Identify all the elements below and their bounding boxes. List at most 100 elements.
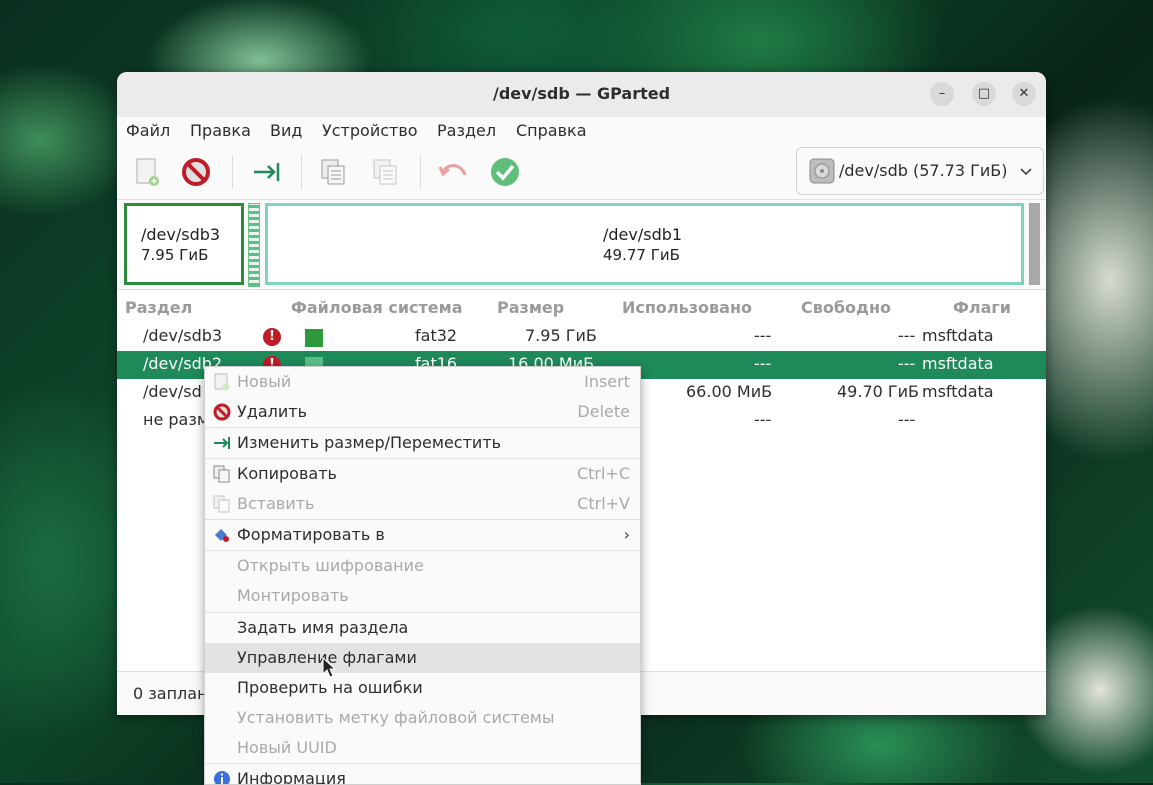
paste-icon [213, 495, 230, 513]
cell-used: --- [754, 410, 772, 429]
new-partition-button[interactable] [129, 155, 165, 189]
menu-item-set-fs-label[interactable]: Установить метку файловой системы [205, 703, 640, 733]
partition-block-size: 49.77 ГиБ [603, 246, 680, 264]
menu-item-mount[interactable]: Монтировать [205, 581, 640, 611]
toolbar-separator [232, 155, 233, 189]
menu-partition[interactable]: Раздел [437, 121, 496, 140]
menu-item-format-to[interactable]: Форматировать в › [205, 520, 640, 550]
menu-item-label: Открыть шифрование [237, 556, 424, 575]
chevron-down-icon [1020, 168, 1032, 176]
menu-item-delete[interactable]: Удалить Delete [205, 397, 640, 427]
menu-bar: Файл Правка Вид Устройство Раздел Справк… [117, 117, 1046, 145]
cell-size: 7.95 ГиБ [525, 326, 597, 345]
cell-free: --- [898, 326, 916, 345]
menu-item-label: Установить метку файловой системы [237, 708, 555, 727]
pending-operations-label: 0 заплан [133, 684, 208, 703]
menu-item-label: Изменить размер/Переместить [237, 433, 502, 452]
partition-block-sdb1[interactable]: /dev/sdb1 49.77 ГиБ [265, 203, 1024, 285]
maximize-button[interactable]: □ [972, 82, 996, 106]
cell-flags: msftdata [922, 326, 994, 345]
menu-item-copy[interactable]: Копировать Ctrl+C [205, 459, 640, 489]
menu-item-open-encryption[interactable]: Открыть шифрование [205, 551, 640, 581]
warning-icon[interactable]: ! [263, 328, 281, 346]
menu-file[interactable]: Файл [126, 121, 170, 140]
title-bar[interactable]: /dev/sdb — GParted – □ ✕ [117, 72, 1046, 117]
menu-item-label: Монтировать [237, 586, 349, 605]
menu-help[interactable]: Справка [516, 121, 587, 140]
context-menu: Новый Insert Удалить Delete Изменить раз… [204, 366, 641, 785]
menu-item-paste[interactable]: Вставить Ctrl+V [205, 489, 640, 519]
menu-edit[interactable]: Правка [190, 121, 251, 140]
paste-button[interactable] [367, 155, 403, 189]
delete-partition-button[interactable] [178, 155, 214, 189]
cell-flags: msftdata [922, 354, 994, 373]
cell-free: 49.70 ГиБ [837, 382, 920, 401]
device-selector[interactable]: /dev/sdb (57.73 ГиБ) [796, 147, 1044, 195]
chevron-right-icon: › [623, 525, 630, 544]
column-header-size[interactable]: Размер [497, 298, 564, 317]
menu-item-accel: Delete [577, 402, 630, 421]
toolbar-separator [420, 155, 421, 189]
format-icon [215, 529, 229, 542]
cell-flags: msftdata [922, 382, 994, 401]
partition-block-sdb3[interactable]: /dev/sdb3 7.95 ГиБ [124, 203, 244, 285]
cell-partition: /dev/sdb3 [143, 326, 223, 345]
menu-item-new-uuid[interactable]: Новый UUID [205, 733, 640, 763]
cell-free: --- [898, 354, 916, 373]
undo-icon [438, 164, 467, 177]
filesystem-color-swatch [305, 329, 323, 347]
column-header-flags[interactable]: Флаги [953, 298, 1011, 317]
new-icon [214, 373, 230, 391]
undo-button[interactable] [435, 155, 471, 189]
paste-icon [373, 159, 397, 185]
menu-item-label: Удалить [237, 402, 307, 421]
menu-item-check[interactable]: Проверить на ошибки [205, 673, 640, 703]
menu-item-manage-flags[interactable]: Управление флагами [205, 643, 640, 673]
column-header-partition[interactable]: Раздел [125, 298, 192, 317]
copy-icon [321, 159, 345, 185]
menu-item-new[interactable]: Новый Insert [205, 367, 640, 397]
menu-item-accel: Insert [584, 372, 630, 391]
column-header-used[interactable]: Использовано [622, 298, 752, 317]
minimize-button[interactable]: – [930, 82, 954, 106]
toolbar-separator [301, 155, 302, 189]
menu-item-label: Форматировать в [237, 525, 385, 544]
menu-item-set-partition-name[interactable]: Задать имя раздела [205, 613, 640, 643]
apply-button[interactable] [487, 155, 523, 189]
mouse-cursor-icon [322, 657, 336, 678]
cell-used: --- [754, 354, 772, 373]
close-button[interactable]: ✕ [1012, 82, 1036, 106]
menu-item-accel: Ctrl+C [576, 464, 630, 483]
column-header-filesystem[interactable]: Файловая система [291, 298, 463, 317]
partition-block-name: /dev/sdb3 [141, 225, 221, 244]
delete-icon [182, 158, 210, 186]
disk-graph: /dev/sdb3 7.95 ГиБ /dev/sdb1 49.77 ГиБ [117, 200, 1046, 288]
copy-button[interactable] [315, 155, 351, 189]
menu-item-label: Вставить [237, 494, 315, 513]
menu-item-resize-move[interactable]: Изменить размер/Переместить [205, 428, 640, 458]
partition-block-sdb2[interactable] [248, 203, 260, 287]
cell-free: --- [898, 410, 916, 429]
menu-item-label: Новый UUID [237, 738, 337, 757]
menu-item-information[interactable]: Информация [205, 764, 640, 784]
disk-icon [809, 158, 835, 184]
cell-used: --- [754, 326, 772, 345]
menu-device[interactable]: Устройство [322, 121, 418, 140]
delete-icon [213, 403, 231, 421]
device-selector-label: /dev/sdb (57.73 ГиБ) [839, 161, 1008, 180]
toolbar: /dev/sdb (57.73 ГиБ) [117, 145, 1046, 200]
resize-icon [214, 437, 230, 449]
menu-item-label: Задать имя раздела [237, 618, 409, 637]
menu-view[interactable]: Вид [270, 121, 302, 140]
menu-item-label: Новый [237, 372, 292, 391]
table-row[interactable]: /dev/sdb3 ! fat32 7.95 ГиБ --- --- msftd… [117, 323, 1046, 351]
partition-block-name: /dev/sdb1 [603, 225, 683, 244]
cell-partition: /dev/sd [143, 382, 202, 401]
partition-block-size: 7.95 ГиБ [141, 246, 209, 264]
partition-block-unallocated[interactable] [1029, 203, 1040, 285]
cell-filesystem: fat32 [415, 326, 458, 345]
column-header-free[interactable]: Свободно [801, 298, 891, 317]
resize-icon [254, 163, 280, 181]
resize-move-button[interactable] [248, 155, 284, 189]
menu-item-label: Проверить на ошибки [237, 678, 423, 697]
